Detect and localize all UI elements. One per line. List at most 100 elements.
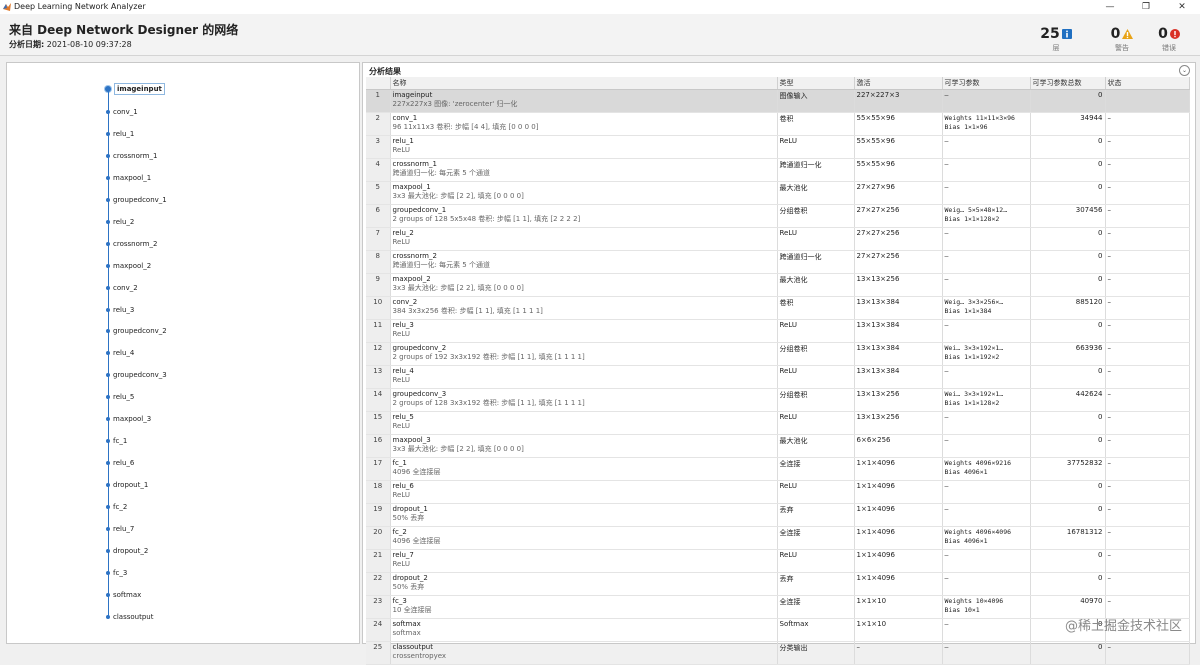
learnables-line-1: –	[944, 413, 949, 421]
row-index: 1	[366, 89, 391, 113]
layer-cell: dropout_1 50% 丢弃	[390, 503, 778, 527]
table-row[interactable]: 22 dropout_2 50% 丢弃 丢弃 1×1×4096–0–	[366, 572, 1190, 596]
row-index: 8	[366, 250, 391, 274]
column-header-learnables[interactable]: 可学习参数	[942, 77, 1031, 90]
layer-status: –	[1105, 273, 1190, 297]
layer-name: imageinput	[392, 91, 433, 99]
layer-description: 50% 丢弃	[392, 514, 425, 522]
layer-description: 3x3 最大池化: 步幅 [2 2], 填充 [0 0 0 0]	[392, 192, 524, 200]
layer-activations: –	[854, 641, 943, 665]
layer-activations: 1×1×4096	[854, 457, 943, 481]
table-row[interactable]: 19 dropout_1 50% 丢弃 丢弃 1×1×4096–0–	[366, 503, 1190, 527]
column-header-index[interactable]	[366, 77, 391, 90]
table-row[interactable]: 2 conv_1 96 11x11x3 卷积: 步幅 [4 4], 填充 [0 0 …	[366, 112, 1190, 136]
maximize-button[interactable]: ❐	[1128, 0, 1164, 14]
total-learnables: 0	[1030, 135, 1106, 159]
window-titlebar: Deep Learning Network Analyzer — ❐ ✕	[0, 0, 1200, 14]
error-count-label: 错误	[1162, 44, 1176, 52]
layer-cell: relu_3 ReLU	[390, 319, 778, 343]
table-row[interactable]: 11 relu_3 ReLU ReLU 13×13×384–0–	[366, 319, 1190, 343]
layer-cell: groupedconv_2 2 groups of 192 3x3x192 卷积:…	[390, 342, 778, 366]
table-row[interactable]: 7 relu_2 ReLU ReLU 27×27×256–0–	[366, 227, 1190, 251]
learnables-line-1: Wei… 3×3×192×1…	[944, 390, 1004, 398]
graph-node-label: conv_1	[113, 107, 138, 116]
row-index: 18	[366, 480, 391, 504]
layer-cell: relu_5 ReLU	[390, 411, 778, 435]
table-row[interactable]: 1 imageinput 227x227x3 图像: 'zerocenter' 归一…	[366, 89, 1190, 113]
learnables-cell: Weig… 5×5×48×12… Bias 1×1×128×2	[942, 204, 1031, 228]
learnables-line-1: –	[944, 367, 949, 375]
table-row[interactable]: 17 fc_1 4096 全连接层 全连接 1×1×4096 Weights 4096×9…	[366, 457, 1190, 481]
graph-node-label: relu_6	[113, 459, 135, 468]
graph-node-label: relu_2	[113, 217, 135, 226]
layer-activations: 13×13×384	[854, 296, 943, 320]
column-header-type[interactable]: 类型	[777, 77, 855, 90]
layer-name: relu_7	[392, 551, 414, 559]
graph-edge	[108, 376, 109, 397]
graph-edge	[108, 354, 109, 375]
graph-node-label: fc_2	[113, 503, 128, 512]
graph-node-label: maxpool_3	[113, 415, 152, 424]
layer-status: –	[1105, 296, 1190, 320]
layer-cell: groupedconv_1 2 groups of 128 5x5x48 卷积: …	[390, 204, 778, 228]
column-header-total-learnables[interactable]: 可学习参数总数	[1030, 77, 1106, 90]
layer-status: –	[1105, 480, 1190, 504]
minimize-button[interactable]: —	[1092, 0, 1128, 14]
table-row[interactable]: 9 maxpool_2 3x3 最大池化: 步幅 [2 2], 填充 [0 0 0 …	[366, 273, 1190, 297]
graph-node-label: classoutput	[113, 612, 154, 621]
layer-description: ReLU	[392, 376, 411, 384]
column-header-name[interactable]: 名称	[390, 77, 778, 90]
table-row[interactable]: 21 relu_7 ReLU ReLU 1×1×4096–0–	[366, 549, 1190, 573]
table-row[interactable]: 13 relu_4 ReLU ReLU 13×13×384–0–	[366, 365, 1190, 389]
learnables-line-2: Bias 4096×1	[944, 537, 988, 545]
layer-type: 全连接	[777, 457, 855, 481]
table-row[interactable]: 20 fc_2 4096 全连接层 全连接 1×1×4096 Weights 4096×4…	[366, 526, 1190, 550]
analysis-date-label: 分析日期:	[9, 40, 45, 49]
column-header-activations[interactable]: 激活	[854, 77, 943, 90]
learnables-cell: Weights 10×4096 Bias 10×1	[942, 595, 1031, 619]
column-header-status[interactable]: 状态	[1105, 77, 1190, 90]
layer-status: –	[1105, 181, 1190, 205]
network-graph-panel[interactable]: imageinput conv_1 relu_1 crossnorm_1 maxpool…	[6, 62, 360, 644]
row-index: 9	[366, 273, 391, 297]
layer-name: groupedconv_3	[392, 390, 447, 398]
layer-status: –	[1105, 227, 1190, 251]
layer-status: –	[1105, 388, 1190, 412]
layer-cell: relu_4 ReLU	[390, 365, 778, 389]
graph-edge	[108, 134, 109, 155]
table-row[interactable]: 3 relu_1 ReLU ReLU 55×55×96–0–	[366, 135, 1190, 159]
table-row[interactable]: 8 crossnorm_2 跨通道归一化: 每元素 5 个通道 跨通道归一化 27×27…	[366, 250, 1190, 274]
table-row[interactable]: 10 conv_2 384 3x3x256 卷积: 步幅 [1 1], 填充 [1 …	[366, 296, 1190, 320]
table-row[interactable]: 6 groupedconv_1 2 groups of 128 5x5x48 卷积:…	[366, 204, 1190, 228]
layer-name: fc_3	[392, 597, 407, 605]
layer-cell: crossnorm_1 跨通道归一化: 每元素 5 个通道	[390, 158, 778, 182]
table-row[interactable]: 15 relu_5 ReLU ReLU 13×13×256–0–	[366, 411, 1190, 435]
collapse-chevron-icon[interactable]: ⌄	[1179, 65, 1190, 76]
table-row[interactable]: 25 classoutput crossentropyex 分类输出 – –0–	[366, 641, 1190, 665]
layer-cell: relu_6 ReLU	[390, 480, 778, 504]
table-row[interactable]: 4 crossnorm_1 跨通道归一化: 每元素 5 个通道 跨通道归一化 55×55…	[366, 158, 1190, 182]
table-row[interactable]: 16 maxpool_3 3x3 最大池化: 步幅 [2 2], 填充 [0 0 0…	[366, 434, 1190, 458]
layer-activations: 27×27×96	[854, 181, 943, 205]
table-row[interactable]: 12 groupedconv_2 2 groups of 192 3x3x192 卷…	[366, 342, 1190, 366]
learnables-line-1: –	[944, 505, 949, 513]
layer-description: 96 11x11x3 卷积: 步幅 [4 4], 填充 [0 0 0 0]	[392, 123, 539, 131]
learnables-cell: –	[942, 411, 1031, 435]
close-button[interactable]: ✕	[1164, 0, 1200, 14]
table-row[interactable]: 5 maxpool_1 3x3 最大池化: 步幅 [2 2], 填充 [0 0 0 …	[366, 181, 1190, 205]
row-index: 12	[366, 342, 391, 366]
layer-description: 跨通道归一化: 每元素 5 个通道	[392, 261, 491, 269]
learnables-line-1: –	[944, 229, 949, 237]
layer-description: 10 全连接层	[392, 606, 432, 614]
graph-edge	[108, 91, 109, 111]
row-index: 22	[366, 572, 391, 596]
learnables-line-1: Weig… 5×5×48×12…	[944, 206, 1008, 214]
layer-type: 分类输出	[777, 641, 855, 665]
table-row[interactable]: 14 groupedconv_3 2 groups of 128 3x3x192 卷…	[366, 388, 1190, 412]
layer-status: –	[1105, 204, 1190, 228]
learnables-line-1: –	[944, 275, 949, 283]
warning-count-label: 警告	[1115, 44, 1129, 52]
layer-status: –	[1105, 503, 1190, 527]
table-row[interactable]: 18 relu_6 ReLU ReLU 1×1×4096–0–	[366, 480, 1190, 504]
graph-edge	[108, 266, 109, 287]
